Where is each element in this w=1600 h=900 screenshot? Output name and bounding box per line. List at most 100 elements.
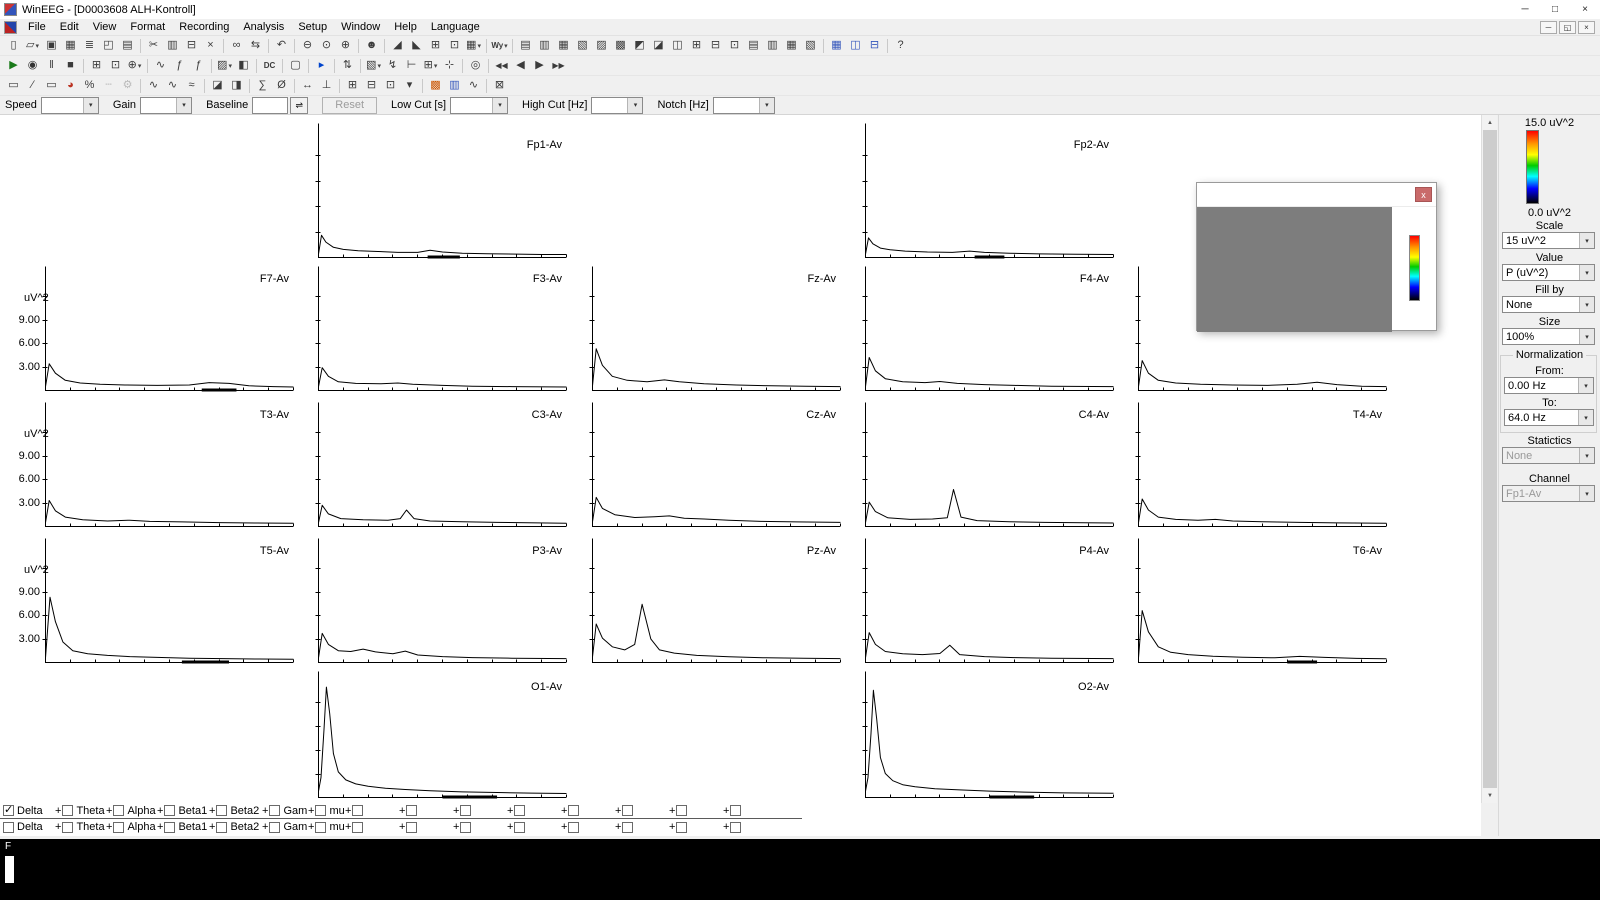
- next-page-icon[interactable]: ▶: [530, 57, 549, 75]
- menu-view[interactable]: View: [86, 20, 124, 34]
- select-tool-icon[interactable]: ▭: [4, 77, 23, 95]
- events-icon[interactable]: ⇅: [338, 57, 357, 75]
- layout-2-icon[interactable]: ⊟: [362, 77, 381, 95]
- fill-by-select[interactable]: None ▾: [1502, 296, 1595, 313]
- scroll-down-icon[interactable]: ▼: [1482, 788, 1498, 803]
- selection-box-icon[interactable]: ▢: [286, 57, 305, 75]
- topomap-icon-8[interactable]: ◪: [649, 37, 668, 55]
- chevron-down-icon[interactable]: ▾: [492, 98, 507, 113]
- chevron-down-icon[interactable]: ▾: [1579, 329, 1594, 344]
- zoom-in-icon[interactable]: ⊕: [336, 37, 355, 55]
- topomap-icon-14[interactable]: ▥: [763, 37, 782, 55]
- menu-recording[interactable]: Recording: [172, 20, 236, 34]
- line-tool-icon[interactable]: ∕: [23, 77, 42, 95]
- montage-grid-icon[interactable]: ⊞: [87, 57, 106, 75]
- undo-icon[interactable]: ↶: [272, 37, 291, 55]
- page-setup-icon[interactable]: ▤: [118, 37, 137, 55]
- topomap-icon-11[interactable]: ⊟: [706, 37, 725, 55]
- edit-mode-icon[interactable]: ▨▾: [215, 57, 234, 75]
- dc-offset-icon[interactable]: DC: [260, 57, 279, 75]
- chart-icon[interactable]: ⊞▾: [421, 57, 440, 75]
- split-rows-icon[interactable]: ⊟: [865, 37, 884, 55]
- chevron-down-icon[interactable]: ▾: [1579, 297, 1594, 312]
- capture-icon[interactable]: ⊠: [490, 77, 509, 95]
- delete-icon[interactable]: ×: [201, 37, 220, 55]
- band-checkbox-2-1[interactable]: [3, 822, 14, 833]
- band-checkbox-2-2[interactable]: [62, 822, 73, 833]
- curve-raw-icon[interactable]: ∿: [144, 77, 163, 95]
- invert-icon[interactable]: ◧: [234, 57, 253, 75]
- band-checkbox-1-10[interactable]: [460, 805, 471, 816]
- target-icon[interactable]: ◎: [466, 57, 485, 75]
- scale-select[interactable]: 15 uV^2 ▾: [1502, 232, 1595, 249]
- save-icon[interactable]: ▣: [42, 37, 61, 55]
- record-icon[interactable]: ◉: [23, 57, 42, 75]
- band-checkbox-1-7[interactable]: [315, 805, 326, 816]
- band-checkbox-2-3[interactable]: [113, 822, 124, 833]
- channel-select[interactable]: Fp1-Av ▾: [1502, 485, 1595, 502]
- mdi-minimize-button[interactable]: ─: [1540, 21, 1557, 34]
- topomap-icon-9[interactable]: ◫: [668, 37, 687, 55]
- minimize-button[interactable]: ─: [1510, 0, 1540, 19]
- band-checkbox-1-6[interactable]: [269, 805, 280, 816]
- annotate-icon[interactable]: ▧▾: [364, 57, 383, 75]
- band-checkbox-1-3[interactable]: [113, 805, 124, 816]
- montage-table-icon[interactable]: ⊡: [106, 57, 125, 75]
- context-help-icon[interactable]: ?: [891, 37, 910, 55]
- topomap-icon-13[interactable]: ▤: [744, 37, 763, 55]
- spike-icon[interactable]: ↯: [383, 57, 402, 75]
- map-popup-window[interactable]: x: [1196, 182, 1437, 331]
- chevron-down-icon[interactable]: ▾: [627, 98, 642, 113]
- chevron-down-icon[interactable]: ▾: [1578, 410, 1593, 425]
- chevron-down-icon[interactable]: ▾: [83, 98, 98, 113]
- lowcut-select[interactable]: ▾: [450, 97, 508, 114]
- colormap-icon[interactable]: ▩: [426, 77, 445, 95]
- menu-analysis[interactable]: Analysis: [236, 20, 291, 34]
- value-select[interactable]: P (uV^2) ▾: [1502, 264, 1595, 281]
- patient-card-icon[interactable]: ☻: [362, 37, 381, 55]
- fill-area-icon[interactable]: ◪: [208, 77, 227, 95]
- print-icon[interactable]: ≣: [80, 37, 99, 55]
- close-button[interactable]: ×: [1570, 0, 1600, 19]
- chevron-down-icon[interactable]: ▾: [1579, 448, 1594, 463]
- rgb-wheel-icon[interactable]: ◕: [61, 77, 80, 95]
- band-checkbox-2-10[interactable]: [460, 822, 471, 833]
- contrast-icon[interactable]: ◨: [227, 77, 246, 95]
- band-checkbox-1-1[interactable]: [3, 805, 14, 816]
- zoom-out-icon[interactable]: ⊖: [298, 37, 317, 55]
- slope-fall-icon[interactable]: ◣: [407, 37, 426, 55]
- highcut-select[interactable]: ▾: [591, 97, 643, 114]
- layout-3-icon[interactable]: ⊡: [381, 77, 400, 95]
- caliper-h-icon[interactable]: ↔: [298, 77, 317, 95]
- topomap-icon-2[interactable]: ▥: [535, 37, 554, 55]
- mdi-close-button[interactable]: ×: [1578, 21, 1595, 34]
- chevron-down-icon[interactable]: ▾: [176, 98, 191, 113]
- scrollbar-thumb[interactable]: [1483, 130, 1497, 788]
- menu-setup[interactable]: Setup: [291, 20, 334, 34]
- montage-select-icon[interactable]: ▦▾: [464, 37, 483, 55]
- band-checkbox-1-11[interactable]: [514, 805, 525, 816]
- layout-dd-icon[interactable]: ▾: [400, 77, 419, 95]
- menu-format[interactable]: Format: [123, 20, 172, 34]
- report-icon[interactable]: ▥: [445, 77, 464, 95]
- topomap-icon-15[interactable]: ▦: [782, 37, 801, 55]
- menu-file[interactable]: File: [21, 20, 53, 34]
- band-checkbox-2-11[interactable]: [514, 822, 525, 833]
- crosshair-icon[interactable]: ⊹: [440, 57, 459, 75]
- band-checkbox-1-15[interactable]: [730, 805, 741, 816]
- normalization-from-select[interactable]: 0.00 Hz ▾: [1504, 377, 1594, 394]
- paste-icon[interactable]: ⊟: [182, 37, 201, 55]
- layout-1-icon[interactable]: ⊞: [343, 77, 362, 95]
- split-columns-icon[interactable]: ◫: [846, 37, 865, 55]
- save-all-icon[interactable]: ▦: [61, 37, 80, 55]
- gain-select[interactable]: ▾: [140, 97, 192, 114]
- band-checkbox-1-14[interactable]: [676, 805, 687, 816]
- cut-icon[interactable]: ✂: [144, 37, 163, 55]
- slope-rise-icon[interactable]: ◢: [388, 37, 407, 55]
- marker-flag-icon[interactable]: ▸: [312, 57, 331, 75]
- band-checkbox-2-14[interactable]: [676, 822, 687, 833]
- band-checkbox-1-5[interactable]: [216, 805, 227, 816]
- print-preview-icon[interactable]: ◰: [99, 37, 118, 55]
- pause-icon[interactable]: ‖: [42, 57, 61, 75]
- mdi-restore-button[interactable]: ◱: [1559, 21, 1576, 34]
